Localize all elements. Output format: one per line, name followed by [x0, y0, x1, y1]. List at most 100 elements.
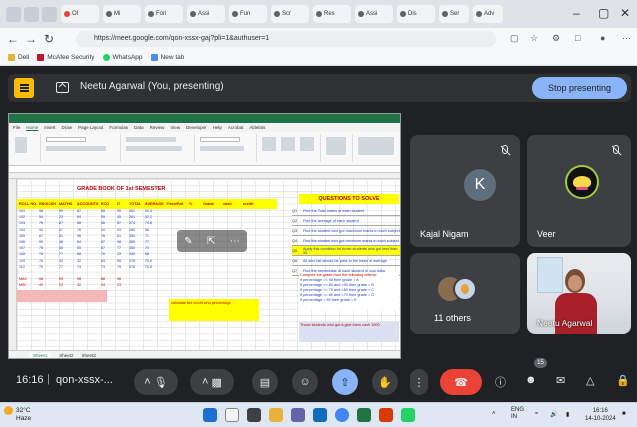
- formula-bar[interactable]: [9, 166, 400, 173]
- camera-icon: ▩: [211, 376, 222, 389]
- battery-icon[interactable]: ▮: [566, 411, 569, 418]
- teams-icon[interactable]: [291, 408, 305, 422]
- tab-icon[interactable]: [24, 6, 39, 22]
- excel-icon[interactable]: [357, 408, 371, 422]
- table-cell: 87: [77, 209, 81, 213]
- reactions-button[interactable]: ☺: [292, 369, 318, 395]
- others-tile[interactable]: 11 others: [410, 253, 520, 334]
- sun-icon: [4, 406, 13, 415]
- menu-icon[interactable]: ⋯: [622, 33, 631, 44]
- header-cell: ECO: [101, 202, 110, 206]
- table-cell: 77: [59, 252, 63, 257]
- profile-icon[interactable]: ●: [600, 33, 605, 43]
- participant-tile-veer[interactable]: Veer: [527, 135, 631, 247]
- sheet-tab[interactable]: Sheet1: [29, 352, 52, 358]
- bookmark-mcafee[interactable]: McAfee Security: [37, 54, 95, 61]
- edge-icon[interactable]: [313, 408, 327, 422]
- table-cell: 44: [101, 283, 105, 288]
- tab[interactable]: Adv: [473, 5, 503, 23]
- language-indicator[interactable]: ENG IN: [511, 407, 524, 421]
- credit-note: calculate the credit who percentage: [169, 299, 259, 321]
- tab-label: Ser: [450, 11, 460, 17]
- weather-widget[interactable]: 32°C Haze: [4, 406, 31, 423]
- wifi-icon[interactable]: ≈: [535, 411, 538, 417]
- present-button[interactable]: ⇧: [332, 369, 358, 395]
- chevron-up-icon[interactable]: ˄: [492, 411, 496, 417]
- font-group: [43, 134, 121, 162]
- excel-ribbon-tabs: File Home Insert Draw Page Layout Formul…: [9, 123, 400, 132]
- stop-presenting-button[interactable]: Stop presenting: [532, 77, 627, 99]
- activities-icon[interactable]: △: [586, 374, 594, 387]
- minimize-icon[interactable]: –: [573, 6, 580, 20]
- table-cell: 103: [19, 221, 25, 226]
- info-icon[interactable]: ⓘ: [495, 374, 506, 390]
- tab-icon[interactable]: [42, 6, 57, 22]
- excel-title-bar: [9, 114, 400, 123]
- extension-icon[interactable]: ⚙: [552, 33, 560, 44]
- system-clock[interactable]: 16:16 14-10-2024: [585, 407, 616, 423]
- tab[interactable]: Dis: [397, 5, 435, 23]
- tab-icon[interactable]: [6, 6, 21, 22]
- star-icon[interactable]: ☆: [530, 33, 538, 44]
- whatsapp-icon[interactable]: [401, 408, 415, 422]
- file-explorer-icon[interactable]: [269, 408, 283, 422]
- sheet-tab[interactable]: Sheet2: [59, 353, 73, 358]
- header-cell: cash: [223, 202, 232, 206]
- table-cell: 98: [77, 276, 81, 281]
- tab[interactable]: Ser: [439, 5, 469, 23]
- tab-label: Fori: [156, 11, 167, 17]
- hand-raise-panel-icon[interactable]: [14, 78, 34, 98]
- back-icon[interactable]: ←: [4, 32, 22, 46]
- table-cell: 378: [129, 258, 135, 263]
- table-cell: 56: [145, 227, 149, 232]
- pin-icon[interactable]: ✎: [184, 236, 192, 247]
- ribbon-tab-acrobat: Acrobat: [227, 125, 244, 130]
- captions-button[interactable]: ▤: [252, 369, 278, 395]
- tab[interactable]: Fun: [229, 5, 267, 23]
- tab[interactable]: Assi: [355, 5, 393, 23]
- table-cell: 75.6: [145, 258, 152, 263]
- tab[interactable]: Scr: [271, 5, 309, 23]
- chrome-icon[interactable]: [335, 408, 349, 422]
- app-icon[interactable]: [379, 408, 393, 422]
- sheet-tab[interactable]: Sheet3: [82, 353, 96, 358]
- bookmark-dell[interactable]: Dell: [8, 54, 29, 61]
- fullscreen-icon[interactable]: ⇱: [207, 236, 215, 247]
- tab[interactable]: Fori: [145, 5, 183, 23]
- search-icon[interactable]: [225, 408, 239, 422]
- bookmark-new-tab[interactable]: New tab: [150, 54, 184, 61]
- tab[interactable]: Mi: [103, 5, 141, 23]
- participant-count-badge: 15: [534, 358, 547, 368]
- table-cell: 261: [129, 215, 135, 220]
- people-icon[interactable]: ☻: [525, 374, 537, 386]
- more-options-icon[interactable]: ⋯: [230, 236, 240, 247]
- participant-tile-kajal[interactable]: K Kajal Nigam: [410, 135, 520, 247]
- cast-icon[interactable]: ▢: [510, 33, 519, 44]
- collections-icon[interactable]: □: [575, 33, 580, 43]
- forward-icon[interactable]: →: [22, 32, 40, 46]
- maximize-icon[interactable]: ▢: [598, 6, 609, 20]
- tab-active[interactable]: Ol: [61, 5, 99, 23]
- address-bar[interactable]: https://meet.google.com/qon-xssx-gaj?pli…: [76, 31, 496, 47]
- table-row: 110 75 77 74 73 79 378 75.6: [17, 265, 277, 271]
- bookmark-whatsapp[interactable]: WhatsApp: [102, 54, 143, 61]
- start-icon[interactable]: [203, 408, 217, 422]
- question-item: Q3 Find the student who got maximum marks…: [292, 226, 400, 236]
- mic-button[interactable]: ˄ 🎙: [134, 369, 178, 395]
- task-view-icon[interactable]: [247, 408, 261, 422]
- chat-icon[interactable]: ✉: [556, 374, 565, 387]
- notification-icon[interactable]: ■: [622, 411, 626, 417]
- tab[interactable]: Res: [313, 5, 351, 23]
- raise-hand-button[interactable]: ✋: [372, 369, 398, 395]
- table-cell: 45: [117, 215, 121, 220]
- table-cell: 23: [117, 252, 121, 257]
- reload-icon[interactable]: ↻: [40, 32, 58, 46]
- host-controls-icon[interactable]: 🔒: [616, 374, 630, 387]
- leave-call-button[interactable]: ☎: [440, 369, 482, 395]
- more-options-button[interactable]: ⋮: [410, 369, 428, 395]
- volume-icon[interactable]: 🔊: [550, 411, 557, 418]
- camera-button[interactable]: ˄ ▩: [190, 369, 234, 395]
- tab[interactable]: Assi: [187, 5, 225, 23]
- close-icon[interactable]: ✕: [620, 6, 630, 20]
- self-view-tile[interactable]: Neetu Agarwal: [527, 253, 631, 334]
